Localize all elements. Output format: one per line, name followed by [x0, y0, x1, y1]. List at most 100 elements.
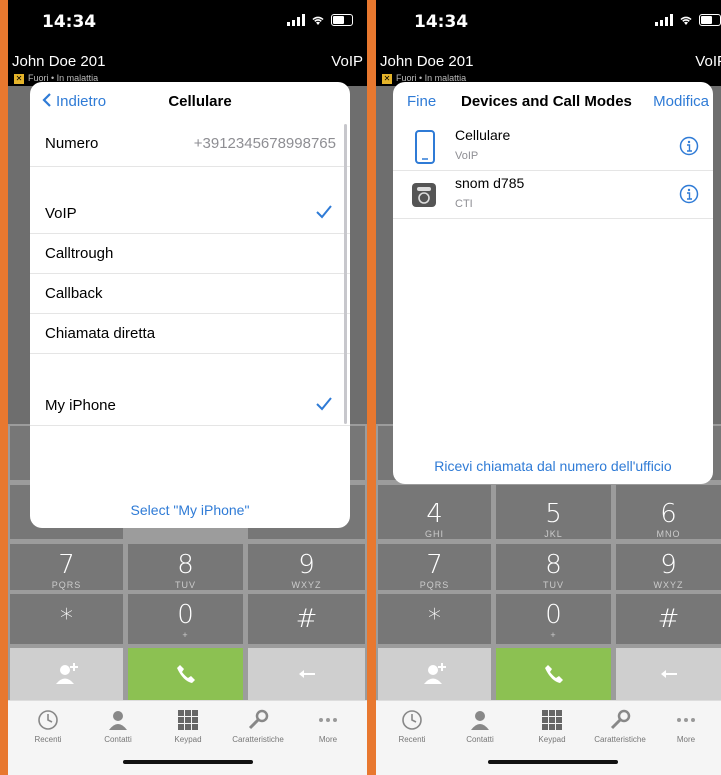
key-7[interactable]: 7 PQRS	[10, 544, 123, 590]
mode-option-callback[interactable]: Callback	[30, 273, 350, 314]
key-letters: +	[182, 630, 189, 640]
person-icon	[109, 711, 127, 730]
tab-label: More	[318, 735, 338, 744]
system-icons	[287, 14, 353, 26]
tab-label: Contatti	[104, 735, 132, 744]
keypad-icon	[542, 710, 562, 730]
key-4[interactable]: 4 GHI	[378, 485, 491, 539]
key-star[interactable]: *	[378, 594, 491, 644]
more-icon	[319, 718, 337, 722]
status-time: 14:34	[42, 12, 97, 32]
mode-option-voip[interactable]: VoIP	[30, 193, 350, 234]
backspace-button[interactable]	[248, 648, 365, 700]
key-letters: TUV	[543, 580, 564, 590]
key-star[interactable]: *	[10, 594, 123, 644]
select-device-link[interactable]: Select "My iPhone"	[30, 502, 350, 518]
backspace-button[interactable]	[616, 648, 721, 700]
device-name: Cellulare	[455, 127, 511, 143]
option-label: My iPhone	[45, 397, 116, 414]
tab-more[interactable]: More	[294, 709, 362, 744]
info-icon[interactable]	[679, 184, 699, 204]
backspace-icon	[660, 670, 677, 678]
key-0[interactable]: 0 +	[496, 594, 611, 644]
key-letters: WXYZ	[291, 580, 322, 590]
office-number-link[interactable]: Ricevi chiamata dal numero dell'ufficio	[393, 458, 713, 474]
key-5[interactable]: 5 JKL	[496, 485, 611, 539]
key-7[interactable]: 7 PQRS	[378, 544, 491, 590]
call-mode[interactable]: VoIP	[695, 53, 721, 70]
presence-icon: ✕	[382, 74, 392, 84]
presence-icon: ✕	[14, 74, 24, 84]
number-row: Numero +3912345678998765	[30, 122, 350, 167]
device-row-cellulare[interactable]: Cellulare VoIP	[393, 122, 713, 171]
tab-recenti[interactable]: Recenti	[378, 709, 446, 744]
signal-icon	[655, 14, 673, 26]
key-letters: +	[550, 630, 557, 640]
tab-caratteristiche[interactable]: Caratteristiche	[586, 709, 654, 744]
phone-icon	[544, 665, 563, 683]
signal-icon	[287, 14, 305, 26]
key-letters: PQRS	[51, 580, 82, 590]
key-hash[interactable]: #	[248, 594, 365, 644]
key-digit: #	[657, 604, 680, 634]
tab-label: Recenti	[398, 735, 426, 744]
phone-screen-left: 14:34 John Doe 201 VoIP ✕ Fuori • In mala…	[8, 0, 367, 775]
device-name: snom d785	[455, 175, 525, 191]
tab-contatti[interactable]: Contatti	[84, 709, 152, 744]
wifi-icon	[312, 16, 324, 25]
wrench-icon	[248, 709, 269, 730]
tab-label: Caratteristiche	[594, 735, 646, 744]
phone-icon	[176, 665, 195, 683]
app-header: John Doe 201 VoIP ✕Fuori • In malattia	[8, 40, 367, 86]
desk-phone-icon	[412, 183, 436, 207]
call-button[interactable]	[496, 648, 611, 700]
sheet-title: Devices and Call Modes	[461, 93, 632, 110]
key-digit: 5	[545, 499, 562, 529]
key-digit: 9	[660, 550, 677, 580]
key-digit: *	[60, 604, 73, 634]
battery-icon	[699, 14, 721, 26]
scrollbar[interactable]	[344, 124, 347, 424]
mode-option-calltrough[interactable]: Calltrough	[30, 233, 350, 274]
info-icon[interactable]	[679, 136, 699, 156]
key-letters: JKL	[544, 529, 563, 539]
key-6[interactable]: 6 MNO	[616, 485, 721, 539]
done-button[interactable]: Fine	[407, 93, 436, 110]
tab-recenti[interactable]: Recenti	[14, 709, 82, 744]
tab-keypad[interactable]: Keypad	[154, 709, 222, 744]
add-contact-button[interactable]	[10, 648, 123, 700]
device-option-my-iphone[interactable]: My iPhone	[30, 385, 350, 426]
checkmark-icon	[316, 397, 332, 411]
key-digit: 8	[177, 550, 194, 580]
tab-label: Keypad	[174, 735, 202, 744]
tab-more[interactable]: More	[652, 709, 720, 744]
key-letters: WXYZ	[653, 580, 684, 590]
tab-keypad[interactable]: Keypad	[518, 709, 586, 744]
key-digit: 8	[545, 550, 562, 580]
key-letters: MNO	[656, 529, 681, 539]
status-bar: 14:34	[8, 0, 367, 40]
key-0[interactable]: 0 +	[128, 594, 243, 644]
mode-option-chiamata-diretta[interactable]: Chiamata diretta	[30, 313, 350, 354]
key-8[interactable]: 8 TUV	[496, 544, 611, 590]
key-9[interactable]: 9 WXYZ	[616, 544, 721, 590]
edit-button[interactable]: Modifica	[653, 93, 709, 110]
key-9[interactable]: 9 WXYZ	[248, 544, 365, 590]
call-mode[interactable]: VoIP	[331, 53, 363, 70]
home-indicator	[488, 760, 618, 764]
key-digit: 4	[426, 499, 443, 529]
smartphone-icon	[415, 130, 435, 164]
key-hash[interactable]: #	[616, 594, 721, 644]
key-letters: PQRS	[419, 580, 450, 590]
home-indicator	[123, 760, 253, 764]
device-row-snom[interactable]: snom d785 CTI	[393, 170, 713, 219]
phone-screen-right: 14:34 John Doe 201 VoIP ✕Fuori • In mala…	[376, 0, 721, 775]
key-8[interactable]: 8 TUV	[128, 544, 243, 590]
cellulare-sheet: Indietro Cellulare Numero +3912345678998…	[30, 82, 350, 528]
device-mode: CTI	[455, 198, 473, 210]
add-contact-button[interactable]	[378, 648, 491, 700]
call-button[interactable]	[128, 648, 243, 700]
tab-caratteristiche[interactable]: Caratteristiche	[224, 709, 292, 744]
tab-contatti[interactable]: Contatti	[446, 709, 514, 744]
status-bar: 14:34	[376, 0, 721, 40]
